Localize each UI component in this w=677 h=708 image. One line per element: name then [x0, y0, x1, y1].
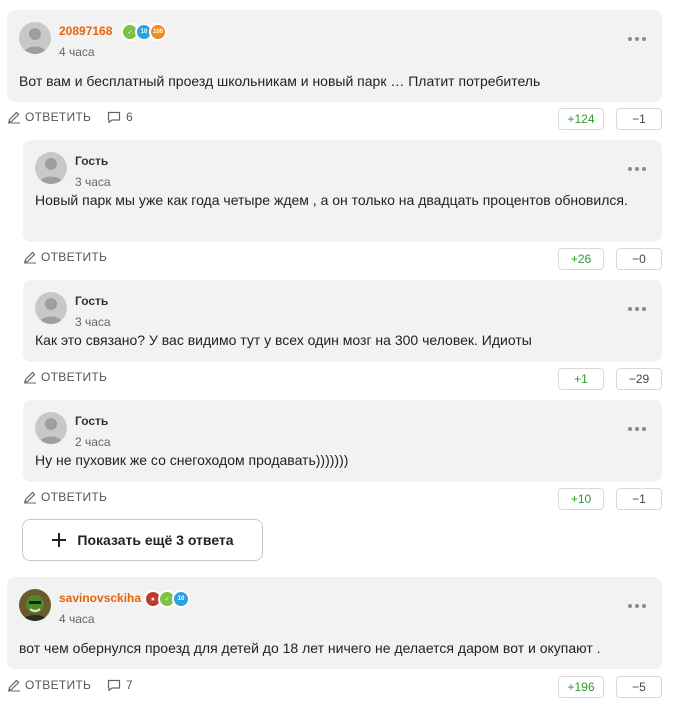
replies-count[interactable]: 6: [107, 110, 133, 124]
avatar: [35, 152, 67, 184]
upvote-button[interactable]: +10: [558, 488, 604, 510]
comment-author[interactable]: savinovsckiha: [59, 591, 141, 605]
pencil-icon: [24, 251, 36, 264]
level-100-badge-icon: 100: [149, 23, 167, 41]
replies-count[interactable]: 7: [107, 678, 133, 692]
comment-author: Гость: [75, 414, 109, 428]
reply-button[interactable]: ОТВЕТИТЬ: [23, 490, 107, 504]
more-options-icon[interactable]: [628, 307, 648, 313]
replies-count-value: 7: [126, 678, 133, 692]
more-options-icon[interactable]: [628, 604, 648, 610]
user-badges: ✓ 10 100: [121, 23, 167, 41]
comment-author: Гость: [75, 154, 109, 168]
downvote-button[interactable]: −29: [616, 368, 662, 390]
pencil-icon: [8, 111, 20, 124]
avatar: [35, 292, 67, 324]
reply-comment-card: Гость 3 часа Новый парк мы уже как года …: [23, 140, 662, 242]
reply-label: ОТВЕТИТЬ: [41, 490, 108, 504]
avatar[interactable]: [19, 589, 51, 621]
more-options-icon[interactable]: [628, 427, 648, 433]
upvote-button[interactable]: +26: [558, 248, 604, 270]
comment-time: 3 часа: [75, 315, 111, 329]
show-more-label: Показать ещё 3 ответа: [77, 532, 234, 548]
comment-time: 3 часа: [75, 175, 111, 189]
plus-icon: [52, 533, 67, 547]
user-photo-avatar-icon: [19, 589, 51, 621]
comment-author[interactable]: 20897168: [59, 24, 112, 38]
pencil-icon: [8, 679, 20, 692]
downvote-button[interactable]: −1: [616, 108, 662, 130]
show-more-replies-button[interactable]: Показать ещё 3 ответа: [22, 519, 263, 561]
reply-label: ОТВЕТИТЬ: [41, 250, 108, 264]
comment-time: 4 часа: [59, 612, 95, 626]
reply-label: ОТВЕТИТЬ: [25, 678, 92, 692]
comment-text: Вот вам и бесплатный проезд школьникам и…: [19, 73, 541, 89]
comment-actions: ОТВЕТИТЬ 7 +196 −5: [7, 676, 662, 698]
reply-button[interactable]: ОТВЕТИТЬ: [7, 678, 91, 692]
reply-button[interactable]: ОТВЕТИТЬ: [23, 370, 107, 384]
downvote-button[interactable]: −0: [616, 248, 662, 270]
comment-card: 20897168 ✓ 10 100 4 часа Вот вам и беспл…: [7, 10, 662, 102]
reply-button[interactable]: ОТВЕТИТЬ: [23, 250, 107, 264]
comment-actions: ОТВЕТИТЬ +10 −1: [23, 488, 662, 510]
reply-comment-card: Гость 3 часа Как это связано? У вас види…: [23, 280, 662, 362]
comment-text: Ну не пуховик же со снегоходом продавать…: [35, 452, 349, 468]
avatar[interactable]: [19, 22, 51, 54]
downvote-button[interactable]: −5: [616, 676, 662, 698]
comment-bubble-icon: [107, 679, 121, 691]
comment-time: 2 часа: [75, 435, 111, 449]
comment-time: 4 часа: [59, 45, 95, 59]
more-options-icon[interactable]: [628, 167, 648, 173]
pencil-icon: [24, 371, 36, 384]
reply-button[interactable]: ОТВЕТИТЬ: [7, 110, 91, 124]
comment-bubble-icon: [107, 111, 121, 123]
default-avatar-icon: [35, 412, 67, 444]
user-badges: ★ ✓ 10: [144, 590, 190, 608]
comment-card: savinovsckiha ★ ✓ 10 4 часа вот чем обер…: [7, 577, 662, 669]
downvote-button[interactable]: −1: [616, 488, 662, 510]
reply-label: ОТВЕТИТЬ: [41, 370, 108, 384]
comment-actions: ОТВЕТИТЬ +1 −29: [23, 368, 662, 390]
reply-label: ОТВЕТИТЬ: [25, 110, 92, 124]
reply-comment-card: Гость 2 часа Ну не пуховик же со снегохо…: [23, 400, 662, 482]
comment-author: Гость: [75, 294, 109, 308]
default-avatar-icon: [35, 152, 67, 184]
comment-actions: ОТВЕТИТЬ 6 +124 −1: [7, 108, 662, 130]
default-avatar-icon: [19, 22, 51, 54]
replies-count-value: 6: [126, 110, 133, 124]
pencil-icon: [24, 491, 36, 504]
comment-text: Как это связано? У вас видимо тут у всех…: [35, 332, 532, 348]
default-avatar-icon: [35, 292, 67, 324]
upvote-button[interactable]: +196: [558, 676, 604, 698]
comment-text: вот чем обернулся проезд для детей до 18…: [19, 640, 601, 656]
more-options-icon[interactable]: [628, 37, 648, 43]
upvote-button[interactable]: +124: [558, 108, 604, 130]
comment-actions: ОТВЕТИТЬ +26 −0: [23, 248, 662, 270]
level-10-badge-icon: 10: [172, 590, 190, 608]
upvote-button[interactable]: +1: [558, 368, 604, 390]
comment-text: Новый парк мы уже как года четыре ждем ,…: [35, 192, 628, 208]
avatar: [35, 412, 67, 444]
